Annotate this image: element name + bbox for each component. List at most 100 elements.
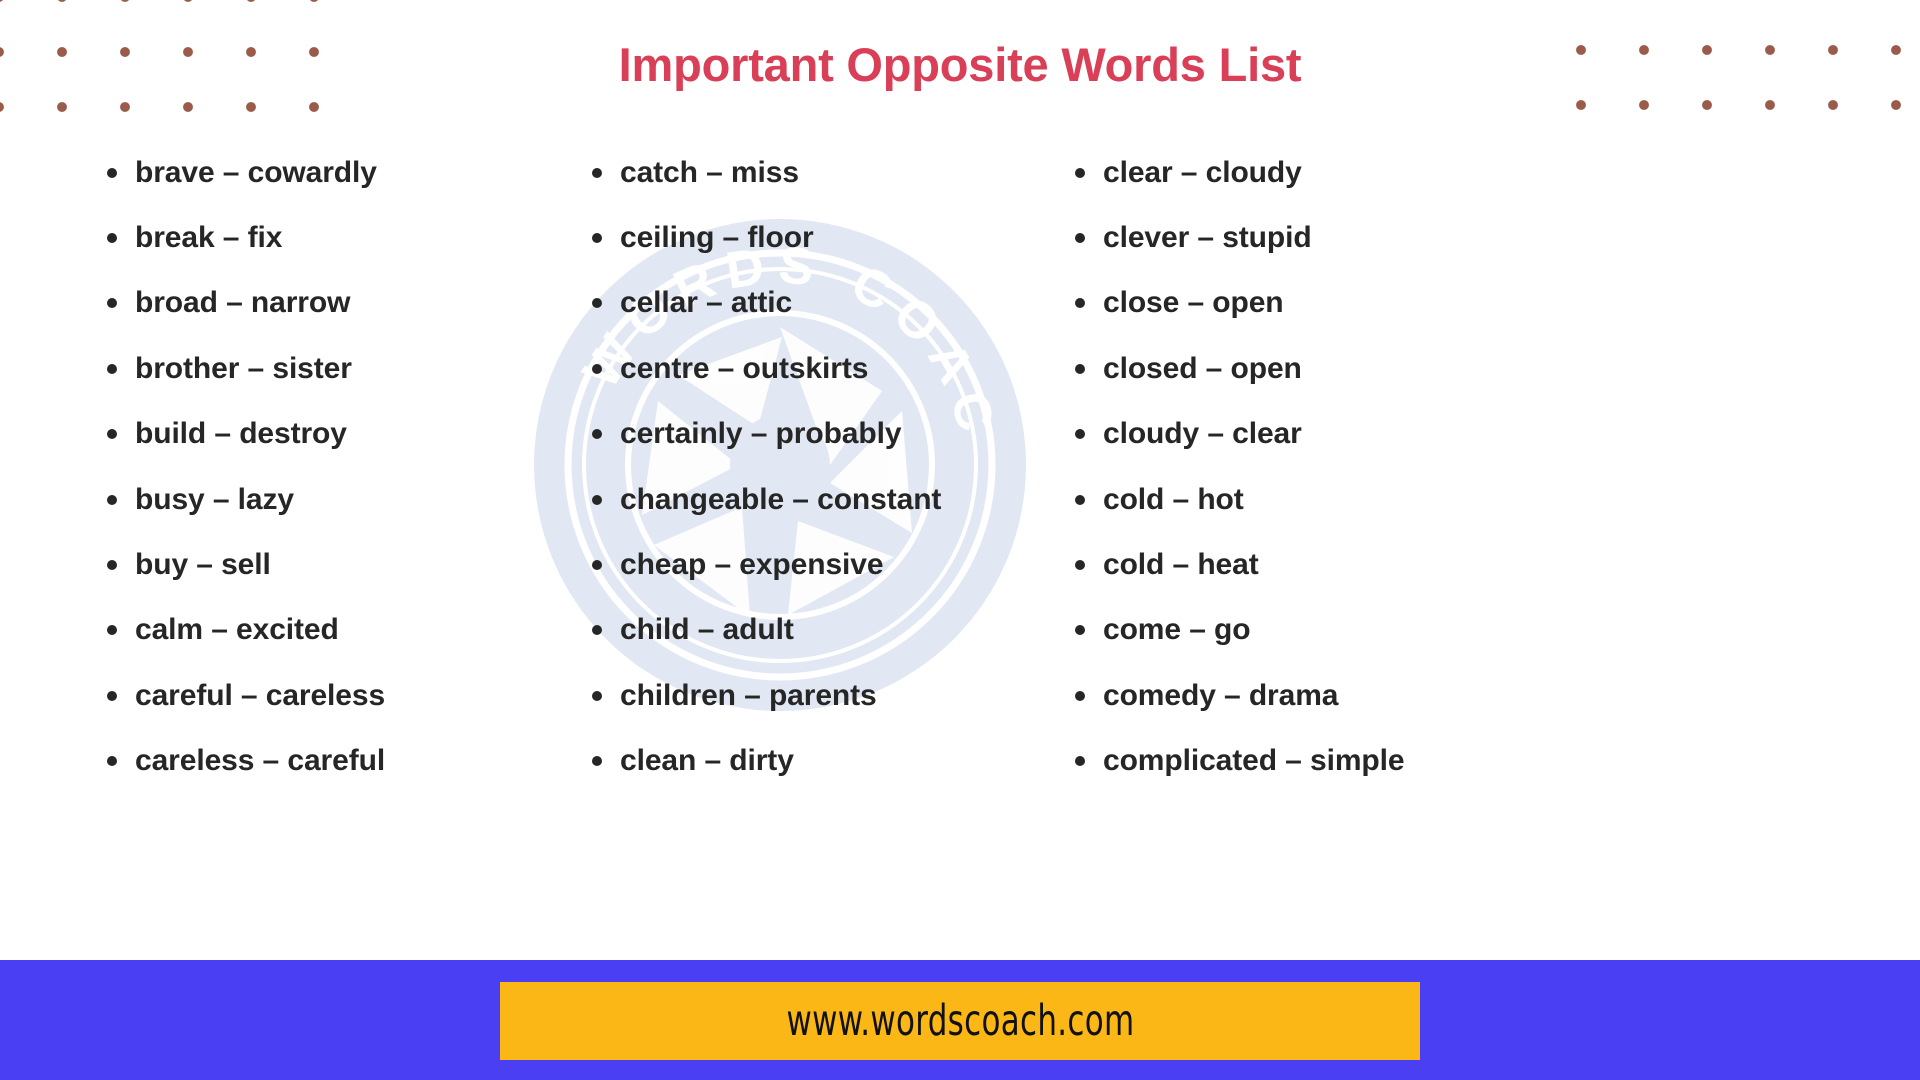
word-pair: broad – narrow [135, 286, 351, 320]
bullet-icon [107, 233, 117, 244]
list-item: break – fix [100, 205, 580, 270]
word-pair: careful – careless [135, 678, 386, 712]
words-list-1: brave – cowardly break – fix broad – nar… [100, 140, 580, 794]
list-item: clean – dirty [585, 729, 1065, 794]
list-item: broad – narrow [100, 271, 580, 336]
word-pair: cellar – attic [620, 286, 793, 320]
word-pair: catch – miss [620, 155, 799, 189]
list-item: close – open [1068, 271, 1548, 336]
bullet-icon [592, 167, 602, 178]
list-item: cellar – attic [585, 271, 1065, 336]
word-pair: buy – sell [135, 548, 271, 582]
words-list-2: catch – miss ceiling – floor cellar – at… [585, 140, 1065, 794]
words-column-1: brave – cowardly break – fix broad – nar… [100, 140, 580, 950]
bullet-icon [1075, 298, 1085, 309]
opposite-words-columns: brave – cowardly break – fix broad – nar… [0, 140, 1920, 950]
bullet-icon [1075, 233, 1085, 244]
bullet-icon [1075, 429, 1085, 440]
footer-bar: www.wordscoach.com [0, 960, 1920, 1080]
list-item: calm – excited [100, 598, 580, 663]
word-pair: clear – cloudy [1103, 155, 1302, 189]
bullet-icon [107, 167, 117, 178]
bullet-icon [107, 560, 117, 571]
list-item: changeable – constant [585, 467, 1065, 532]
bullet-icon [1075, 690, 1085, 701]
list-item: careful – careless [100, 663, 580, 728]
list-item: clever – stupid [1068, 205, 1548, 270]
word-pair: cold – hot [1103, 482, 1244, 516]
poster-canvas: Important Opposite Words List WORDS COAC… [0, 0, 1920, 1080]
list-item: closed – open [1068, 336, 1548, 401]
bullet-icon [592, 690, 602, 701]
list-item: careless – careful [100, 729, 580, 794]
bullet-icon [107, 756, 117, 767]
bullet-icon [1075, 167, 1085, 178]
bullet-icon [107, 494, 117, 505]
list-item: build – destroy [100, 402, 580, 467]
word-pair: come – go [1103, 613, 1251, 647]
word-pair: cloudy – clear [1103, 417, 1302, 451]
word-pair: busy – lazy [135, 482, 294, 516]
bullet-icon [1075, 756, 1085, 767]
bullet-icon [107, 363, 117, 374]
list-item: comedy – drama [1068, 663, 1548, 728]
word-pair: closed – open [1103, 351, 1302, 385]
bullet-icon [1075, 494, 1085, 505]
word-pair: certainly – probably [620, 417, 902, 451]
bullet-icon [592, 756, 602, 767]
bullet-icon [1075, 625, 1085, 636]
word-pair: clever – stupid [1103, 221, 1312, 255]
list-item: buy – sell [100, 532, 580, 597]
bullet-icon [592, 625, 602, 636]
words-column-3: clear – cloudy clever – stupid close – o… [1068, 140, 1548, 950]
word-pair: cold – heat [1103, 548, 1259, 582]
word-pair: complicated – simple [1103, 744, 1405, 778]
bullet-icon [592, 363, 602, 374]
word-pair: clean – dirty [620, 744, 794, 778]
word-pair: centre – outskirts [620, 351, 869, 385]
bullet-icon [592, 429, 602, 440]
bullet-icon [592, 233, 602, 244]
word-pair: ceiling – floor [620, 221, 814, 255]
website-url-text: www.wordscoach.com [786, 996, 1134, 1046]
word-pair: close – open [1103, 286, 1284, 320]
list-item: ceiling – floor [585, 205, 1065, 270]
bullet-icon [107, 625, 117, 636]
list-item: children – parents [585, 663, 1065, 728]
word-pair: changeable – constant [620, 482, 942, 516]
list-item: catch – miss [585, 140, 1065, 205]
words-column-2: catch – miss ceiling – floor cellar – at… [585, 140, 1065, 950]
word-pair: careless – careful [135, 744, 386, 778]
bullet-icon [592, 560, 602, 571]
word-pair: calm – excited [135, 613, 339, 647]
list-item: brother – sister [100, 336, 580, 401]
list-item: come – go [1068, 598, 1548, 663]
website-url-box[interactable]: www.wordscoach.com [500, 982, 1420, 1060]
list-item: busy – lazy [100, 467, 580, 532]
word-pair: break – fix [135, 221, 283, 255]
bullet-icon [592, 494, 602, 505]
word-pair: child – adult [620, 613, 794, 647]
list-item: certainly – probably [585, 402, 1065, 467]
bullet-icon [1075, 363, 1085, 374]
word-pair: comedy – drama [1103, 678, 1339, 712]
word-pair: children – parents [620, 678, 877, 712]
bullet-icon [592, 298, 602, 309]
list-item: clear – cloudy [1068, 140, 1548, 205]
page-title: Important Opposite Words List [618, 38, 1302, 91]
list-item: complicated – simple [1068, 729, 1548, 794]
words-list-3: clear – cloudy clever – stupid close – o… [1068, 140, 1548, 794]
list-item: centre – outskirts [585, 336, 1065, 401]
bullet-icon [107, 690, 117, 701]
word-pair: brother – sister [135, 351, 352, 385]
list-item: cold – heat [1068, 532, 1548, 597]
list-item: cloudy – clear [1068, 402, 1548, 467]
list-item: child – adult [585, 598, 1065, 663]
word-pair: build – destroy [135, 417, 347, 451]
bullet-icon [1075, 560, 1085, 571]
bullet-icon [107, 298, 117, 309]
word-pair: brave – cowardly [135, 155, 377, 189]
list-item: cold – hot [1068, 467, 1548, 532]
list-item: brave – cowardly [100, 140, 580, 205]
list-item: cheap – expensive [585, 532, 1065, 597]
